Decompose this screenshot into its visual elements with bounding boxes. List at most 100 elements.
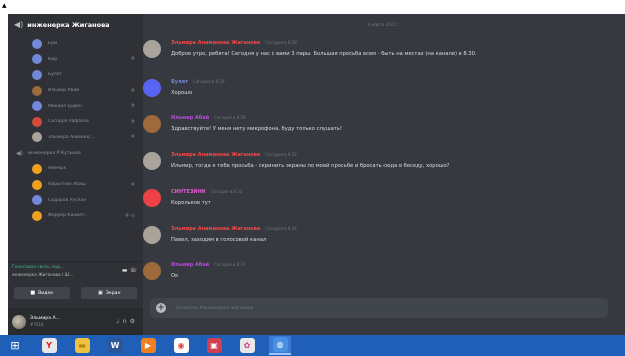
discord-window: ◀) инженерка Жиганова Ерм Кир # Булат Ильмир… (8, 14, 625, 335)
message-text: Хорошо (171, 90, 193, 96)
camera-icon: ■ (30, 290, 36, 296)
avatar[interactable] (143, 152, 161, 170)
user-controls-icon[interactable]: ♩∩⚙ (116, 318, 138, 325)
screen-icon: ▣ (98, 290, 103, 296)
voice-member-list: Ерм Кир # Булат Ильмир Абай # Михаил Ерден # Саг… (8, 36, 143, 224)
voice-member[interactable]: Булат (8, 67, 143, 83)
message-time: Сегодня в 8:30 (214, 115, 246, 120)
message-author[interactable]: СИНТЕЗИНК Сегодня в 8:33 (171, 189, 242, 195)
author-name: Эльмира Аниманова Жиганова (171, 40, 261, 46)
taskbar-app[interactable]: ◉ (170, 337, 192, 354)
message-time: Сегодня в 8:28 (265, 40, 297, 45)
message-text: Корольков тут (171, 200, 211, 206)
avatar (32, 116, 42, 127)
username: Эльмира А... (30, 316, 61, 321)
avatar[interactable] (143, 115, 161, 133)
message-text: Доброе утро, ребята! Сегодня у нас с вам… (171, 51, 477, 57)
screen-capture-icon: ▣ (206, 338, 222, 353)
message-author[interactable]: Эльмира Аниманова Жиганова Сегодня в 8:34 (171, 226, 297, 232)
windows-taskbar: ⊞ Y ▬ W ▶ ◉ ▣ ✿ ◍ (0, 335, 625, 356)
taskbar-app[interactable]: ▬ (71, 337, 93, 354)
member-status-icon: # (130, 181, 135, 188)
chat-area: 4 марта 2021 г. (143, 14, 625, 335)
message-text: Ок (171, 273, 179, 279)
voice-member[interactable]: Сидоров Руслан (8, 192, 143, 208)
author-name: СИНТЕЗИНК (171, 189, 206, 195)
voice-member[interactable]: Уменых (8, 161, 143, 177)
voice-member[interactable]: Форрер Каниет... # ⊖ (8, 208, 143, 224)
speaker-icon: ◀) (14, 20, 24, 29)
avatar (32, 85, 42, 96)
voice-channel-header[interactable]: ◀) инженерка Жиганова (8, 14, 143, 35)
taskbar-app[interactable]: ✿ (236, 337, 258, 354)
message-author[interactable]: Ильмир Абай Сегодня в 8:37 (171, 262, 246, 268)
voice-channel-2-name: инженерка Р.Кутьева (27, 150, 81, 156)
paint-icon: ✿ (239, 338, 255, 353)
voice-member[interactable]: Нарыгнин Абаш # (8, 177, 143, 193)
video-button-label: Видео (38, 290, 54, 296)
channel-sidebar: ◀) инженерка Жиганова Ерм Кир # Булат Ильмир… (8, 14, 143, 335)
voice-member[interactable]: Михаил Ерден # (8, 98, 143, 114)
avatar (32, 54, 42, 65)
avatar[interactable] (143, 40, 161, 58)
avatar (32, 132, 42, 143)
member-name: Нарыгнин Абаш (48, 182, 86, 188)
voice-member[interactable]: Кир # (8, 52, 143, 68)
voice-channel-name: инженерка Жиганова (27, 20, 110, 29)
avatar (32, 163, 42, 174)
message-time: Сегодня в 8:34 (265, 226, 297, 231)
video-button[interactable]: ■ Видео (13, 287, 70, 299)
user-tag: #7410 (30, 322, 44, 327)
message-author[interactable]: Ильмир Абай Сегодня в 8:30 (171, 115, 246, 121)
member-status-icon: # (130, 134, 135, 141)
screen-button-label: Экран (105, 290, 121, 296)
author-name: Ильмир Абай (171, 262, 210, 268)
member-name: Ильмир Абай (48, 88, 80, 94)
attach-plus-icon[interactable]: + (156, 303, 166, 313)
taskbar-app[interactable]: ▶ (137, 337, 159, 354)
voice-member[interactable]: Сагорра Рафаэль # (8, 114, 143, 130)
voice-member[interactable]: Ильмир Абай # (8, 83, 143, 99)
avatar[interactable] (143, 262, 161, 280)
message-time: Сегодня в 8:33 (210, 189, 243, 194)
disconnect-icon[interactable]: ▬ ☏ (122, 267, 137, 274)
member-status-icon: # (130, 87, 135, 94)
media-player-icon: ▶ (140, 338, 156, 353)
avatar (32, 69, 42, 80)
screen-share-button[interactable]: ▣ Экран (81, 287, 138, 299)
author-name: Эльмира Аниманова Жиганова (171, 226, 261, 232)
discord-icon: ◍ (272, 337, 288, 352)
avatar[interactable] (143, 226, 161, 244)
avatar (32, 38, 42, 49)
message-author[interactable]: Булат Сегодня в 8:29 (171, 79, 225, 85)
voice-channel-2[interactable]: ◀) инженерка Р.Кутьева (8, 145, 143, 161)
windows-start-icon[interactable]: ⊞ (4, 337, 26, 354)
avatar (32, 195, 42, 206)
message-author[interactable]: Эльмира Аниманова Жиганова Сегодня в 8:32 (171, 152, 297, 158)
taskbar-app[interactable]: W (104, 337, 126, 354)
member-name: Булат (48, 72, 63, 78)
message-author[interactable]: Эльмира Аниманова Жиганова Сегодня в 8:28 (171, 40, 297, 46)
author-name: Ильмир Абай (171, 115, 210, 121)
message-text: Ильмир, тогда к тебе просьба - скринить … (171, 163, 450, 169)
mouse-cursor-icon: ▴ (2, 1, 7, 11)
member-name: Ерм (48, 41, 58, 47)
message-input[interactable]: + Написать #инженерка-жиганова (150, 298, 608, 318)
avatar[interactable] (143, 79, 161, 97)
voice-connection-panel: Голосовая связь под... инженерка Жиганов… (8, 261, 143, 283)
member-name: Уменых (48, 166, 67, 172)
member-status-icon: # (130, 56, 135, 63)
member-name: Сидоров Руслан (48, 197, 87, 203)
avatar[interactable] (12, 314, 26, 329)
taskbar-app[interactable]: Y (38, 337, 60, 354)
taskbar-app[interactable]: ◍ (269, 336, 291, 355)
yandex-browser-icon: Y (41, 338, 57, 353)
voice-member[interactable]: Эльмира Аниманс... # (8, 130, 143, 146)
avatar[interactable] (143, 189, 161, 207)
taskbar-app[interactable]: ▣ (203, 337, 225, 354)
voice-member[interactable]: Ерм (8, 36, 143, 52)
avatar (32, 179, 42, 190)
member-name: Михаил Ерден (48, 103, 82, 109)
date-divider: 4 марта 2021 г. (367, 22, 401, 27)
member-name: Форрер Каниет... (48, 213, 89, 219)
